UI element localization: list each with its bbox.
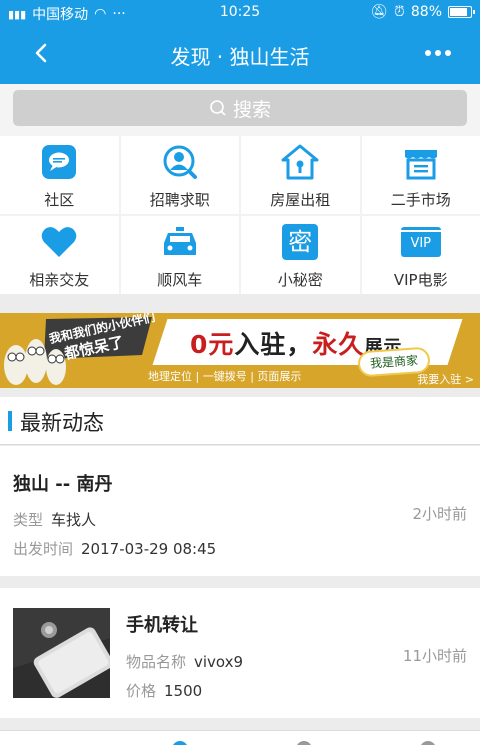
section-accent-bar bbox=[8, 411, 12, 431]
section-title: 最新动态 bbox=[20, 411, 104, 435]
field-value: 1500 bbox=[164, 682, 203, 700]
chat-bubble-icon bbox=[39, 144, 79, 180]
battery-icon bbox=[448, 6, 475, 18]
post-title: 手机转让 bbox=[126, 615, 198, 636]
banner-headline-b: 入驻， bbox=[234, 330, 313, 359]
list-item[interactable]: 独山 -- 南丹 类型 车找人 出发时间 2017-03-29 08:45 2小时前 bbox=[0, 446, 480, 576]
search-input[interactable]: 搜索 bbox=[13, 90, 467, 126]
category-carpool[interactable]: 顺风车 bbox=[120, 216, 239, 294]
category-label: 房屋出租 bbox=[270, 191, 331, 209]
category-jobs[interactable]: 招聘求职 bbox=[120, 136, 239, 214]
field-key: 物品名称 bbox=[126, 653, 187, 671]
tab-icon[interactable] bbox=[296, 741, 312, 745]
category-label: 招聘求职 bbox=[149, 191, 210, 209]
category-grid: 社区 招聘求职 房屋出租 二手市场 相亲交友 顺风车 密 小秘密 VIP VIP… bbox=[0, 136, 480, 294]
more-menu-icon[interactable] bbox=[420, 39, 456, 67]
promo-banner[interactable]: 我和我们的小伙伴们 都惊呆了 0元入驻，永久展示 我是商家 地理定位 | 一键拨… bbox=[0, 313, 480, 388]
banner-features: 地理定位 | 一键拨号 | 页面展示 bbox=[148, 370, 302, 383]
nav-bar: 发现 · 独山生活 bbox=[0, 26, 480, 84]
category-secondhand[interactable]: 二手市场 bbox=[361, 136, 480, 214]
vip-glyph: VIP bbox=[410, 236, 432, 251]
car-icon bbox=[160, 224, 200, 260]
category-label: 小秘密 bbox=[277, 271, 323, 289]
post-field: 出发时间 2017-03-29 08:45 bbox=[13, 538, 216, 559]
category-label: VIP电影 bbox=[393, 271, 448, 289]
search-icon bbox=[210, 100, 226, 116]
alarm-icon: ⏰︎ bbox=[393, 4, 405, 20]
tab-icon[interactable] bbox=[172, 741, 188, 745]
secret-icon: 密 bbox=[280, 224, 320, 260]
mute-icon: 🔕︎ bbox=[370, 4, 388, 20]
battery-fill bbox=[450, 8, 467, 16]
post-field: 物品名称 vivox9 bbox=[126, 651, 243, 672]
post-time-ago: 2小时前 bbox=[412, 505, 467, 523]
category-label: 相亲交友 bbox=[29, 271, 90, 289]
join-link[interactable]: 我要入驻 > bbox=[417, 371, 474, 387]
category-label: 顺风车 bbox=[157, 271, 203, 289]
bottom-tab-bar bbox=[0, 730, 480, 745]
status-bar: ▮▮▮ 中国移动 ◠ ··· 10:25 🔕︎ ⏰︎ 88% bbox=[0, 0, 480, 26]
post-title: 独山 -- 南丹 bbox=[13, 474, 113, 495]
battery-percent: 88% bbox=[410, 4, 442, 20]
list-item[interactable]: 手机转让 物品名称 vivox9 价格 1500 11小时前 bbox=[0, 588, 480, 718]
shop-icon bbox=[401, 144, 441, 180]
category-secret[interactable]: 密 小秘密 bbox=[241, 216, 360, 294]
heart-icon bbox=[39, 224, 79, 260]
banner-headline-c: 永久 bbox=[312, 330, 365, 359]
latest-news-header: 最新动态 bbox=[0, 397, 480, 445]
banner-headline-a: 0元 bbox=[190, 330, 235, 359]
post-time-ago: 11小时前 bbox=[402, 647, 467, 665]
field-value: vivox9 bbox=[194, 653, 244, 671]
field-value: 2017-03-29 08:45 bbox=[81, 540, 217, 558]
house-icon bbox=[280, 144, 320, 180]
search-area: 搜索 bbox=[0, 84, 480, 136]
category-label: 二手市场 bbox=[390, 191, 451, 209]
category-dating[interactable]: 相亲交友 bbox=[0, 216, 119, 294]
secret-glyph: 密 bbox=[282, 224, 319, 260]
post-field: 类型 车找人 bbox=[13, 509, 96, 530]
category-rental[interactable]: 房屋出租 bbox=[241, 136, 360, 214]
page-title: 发现 · 独山生活 bbox=[170, 45, 310, 69]
vip-ticket-icon: VIP bbox=[400, 224, 441, 260]
phone-photo-image bbox=[13, 608, 110, 698]
search-placeholder: 搜索 bbox=[232, 98, 271, 121]
field-value: 车找人 bbox=[51, 511, 97, 529]
category-label: 社区 bbox=[44, 191, 75, 209]
post-field: 价格 1500 bbox=[126, 680, 202, 701]
category-community[interactable]: 社区 bbox=[0, 136, 119, 214]
tab-icon[interactable] bbox=[420, 741, 436, 745]
field-key: 类型 bbox=[13, 511, 44, 529]
category-vip-movie[interactable]: VIP VIP电影 bbox=[361, 216, 480, 294]
field-key: 出发时间 bbox=[13, 540, 74, 558]
person-search-icon bbox=[160, 144, 200, 180]
field-key: 价格 bbox=[126, 682, 157, 700]
